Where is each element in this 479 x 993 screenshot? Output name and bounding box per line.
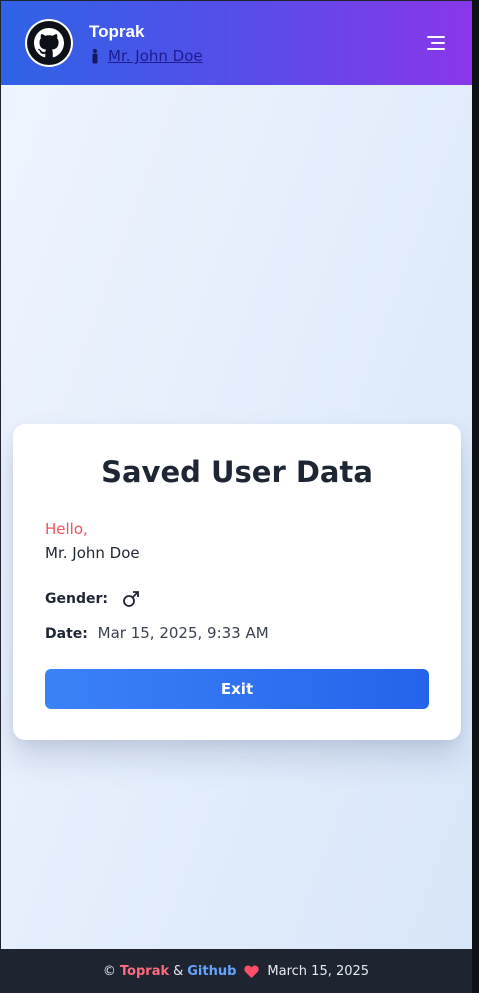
app-viewport: Toprak Mr. John Doe Saved User Data Hell…: [1, 1, 472, 949]
hamburger-icon: [427, 36, 445, 38]
gender-row: Gender:: [45, 590, 140, 608]
date-row: Date: Mar 15, 2025, 9:33 AM: [45, 624, 269, 642]
footer-author: Toprak: [119, 964, 170, 979]
card-title: Saved User Data: [101, 455, 373, 489]
footer-ampersand: &: [173, 964, 184, 979]
date-value: Mar 15, 2025, 9:33 AM: [97, 624, 269, 642]
brand-title: Toprak: [89, 22, 145, 41]
user-name-link[interactable]: Mr. John Doe: [108, 47, 203, 65]
gender-label: Gender:: [45, 591, 108, 607]
saved-user-card: Saved User Data Hello, Mr. John Doe Gend…: [13, 424, 461, 740]
user-indicator: Mr. John Doe: [91, 47, 203, 65]
male-symbol-icon: [123, 591, 139, 607]
greeting: Hello,: [45, 520, 88, 538]
exit-button[interactable]: Exit: [45, 669, 429, 709]
github-icon: [34, 28, 64, 58]
top-navbar: Toprak Mr. John Doe: [1, 1, 472, 85]
date-label: Date:: [45, 626, 88, 642]
github-link[interactable]: Github: [187, 964, 236, 979]
window-edge: [472, 0, 479, 993]
copyright-symbol: ©: [102, 964, 116, 979]
avatar[interactable]: [25, 19, 73, 67]
menu-button[interactable]: [427, 36, 445, 52]
heart-icon: [244, 965, 260, 978]
footer-date: March 15, 2025: [267, 964, 370, 979]
user-name: Mr. John Doe: [45, 544, 140, 562]
footer: © Toprak & Github March 15, 2025: [0, 950, 472, 993]
person-icon: [92, 48, 98, 63]
